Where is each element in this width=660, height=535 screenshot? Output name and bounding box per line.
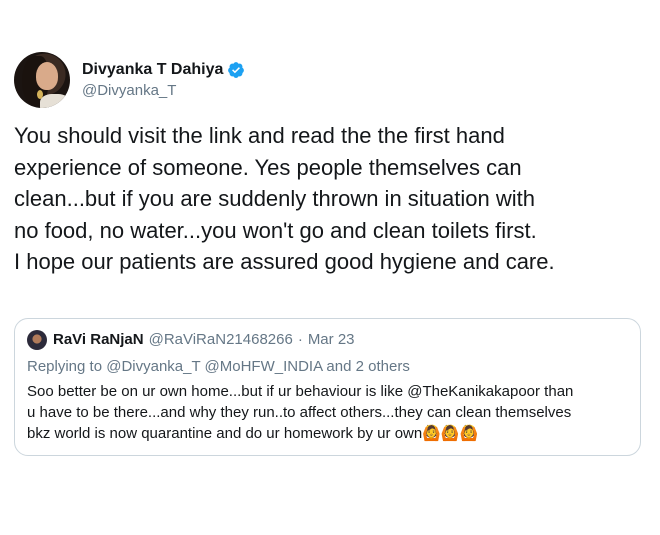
person-gesturing-ok-emoji-icon: 🙆	[440, 425, 460, 442]
quoted-author-avatar[interactable]	[27, 330, 47, 350]
quoted-date[interactable]: Mar 23	[308, 330, 355, 350]
author-name-row[interactable]: Divyanka T Dahiya	[82, 60, 245, 80]
quoted-separator: ·	[297, 331, 303, 348]
quoted-author-name[interactable]: RaVi RaNjaN	[53, 330, 144, 350]
quoted-text-body: Soo better be on ur own home...but if ur…	[27, 383, 574, 442]
author-handle[interactable]: @Divyanka_T	[82, 81, 245, 101]
quoted-tweet[interactable]: RaVi RaNjaN @RaViRaN21468266 · Mar 23 Re…	[14, 318, 641, 456]
tweet-card: Divyanka T Dahiya @Divyanka_T You should…	[0, 0, 660, 535]
quoted-tweet-text: Soo better be on ur own home...but if ur…	[27, 381, 637, 444]
author-avatar[interactable]	[14, 52, 70, 108]
quoted-tweet-header: RaVi RaNjaN @RaViRaN21468266 · Mar 23	[27, 330, 355, 350]
quoted-replying-to[interactable]: Replying to @Divyanka_T @MoHFW_INDIA and…	[27, 357, 410, 377]
author-display-name[interactable]: Divyanka T Dahiya	[82, 60, 223, 80]
quoted-author-handle[interactable]: @RaViRaN21468266	[149, 330, 293, 350]
tweet-text: You should visit the link and read the t…	[14, 123, 555, 274]
tweet-header: Divyanka T Dahiya @Divyanka_T	[14, 52, 245, 108]
verified-badge-icon	[228, 61, 245, 78]
person-gesturing-ok-emoji-icon: 🙆	[422, 425, 441, 442]
person-gesturing-ok-emoji-icon: 🙆	[459, 425, 479, 442]
author-names: Divyanka T Dahiya @Divyanka_T	[82, 60, 245, 101]
